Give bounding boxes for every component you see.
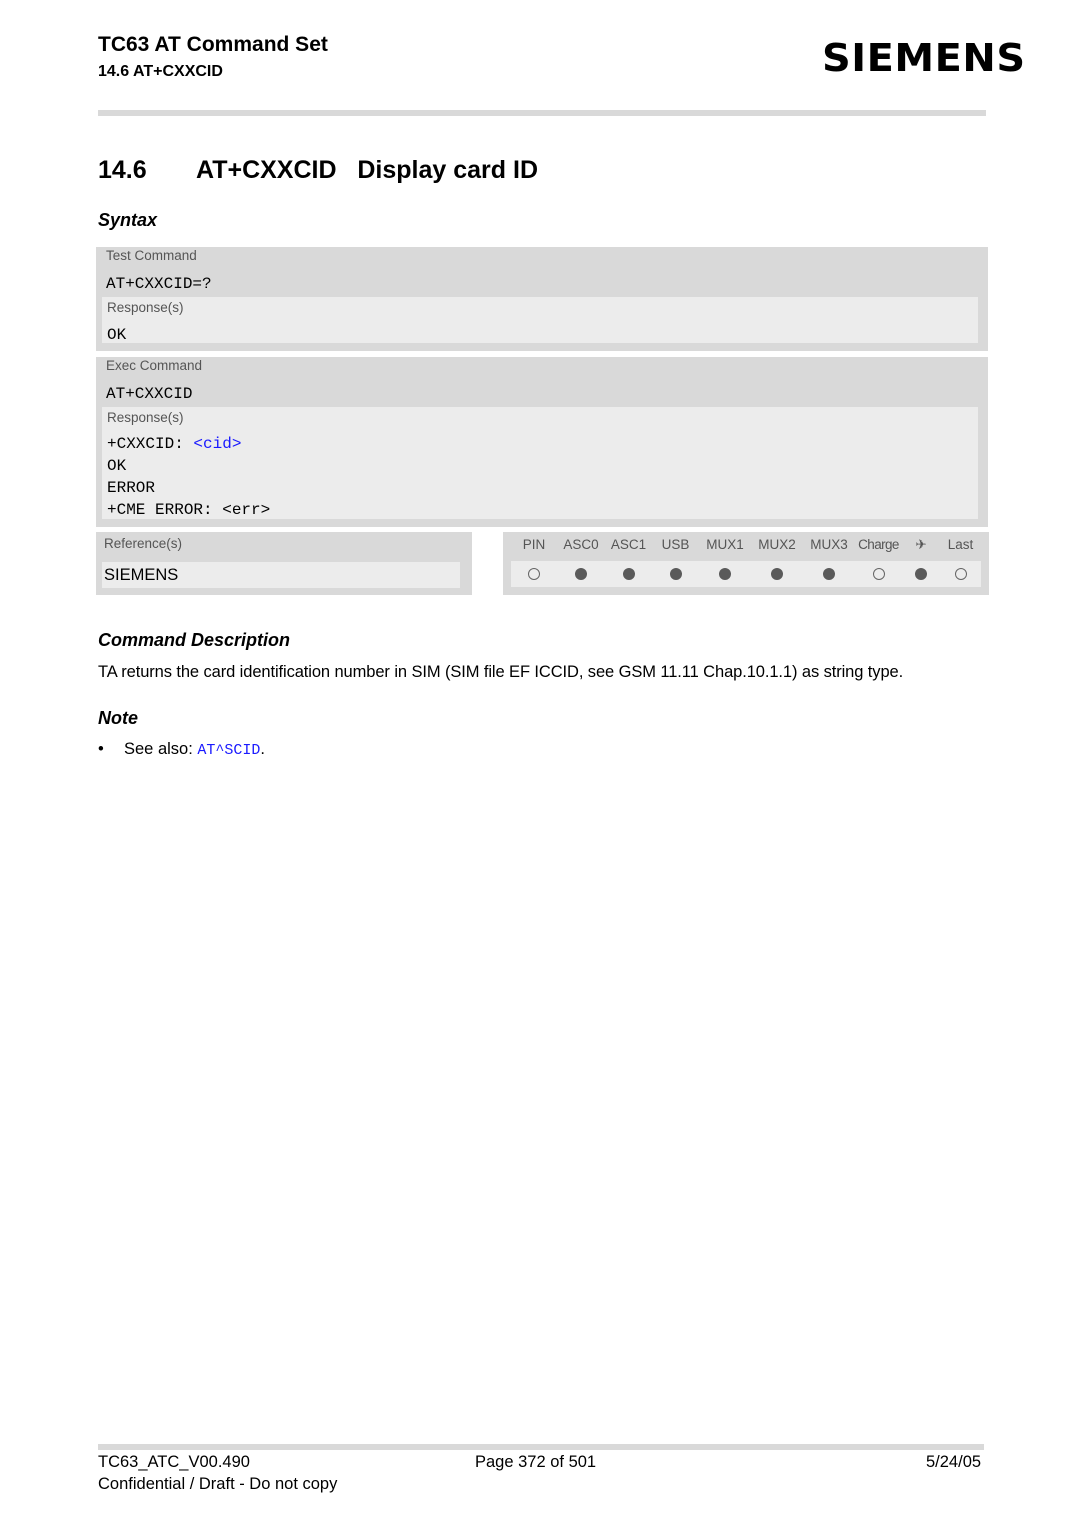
column-header-asc1: ASC1: [610, 537, 647, 552]
availability-cell-usb: [652, 561, 699, 587]
airplane-icon: ✈: [915, 537, 927, 552]
column-header-mux1: MUX1: [706, 537, 744, 552]
footer-doc-id: TC63_ATC_V00.490: [98, 1453, 250, 1471]
test-responses: Response(s) OK: [102, 297, 978, 344]
filled-circle-icon: [823, 568, 835, 580]
footer-page-number: Page 372 of 501: [475, 1453, 597, 1471]
interface-value-row: [511, 561, 981, 587]
column-header-asc0: ASC0: [563, 537, 599, 552]
footer-divider: [98, 1444, 984, 1450]
exec-command-box: Exec Command AT+CXXCID Response(s) +CXXC…: [96, 357, 988, 527]
filled-circle-icon: [719, 568, 731, 580]
siemens-logo: SIEMENS: [822, 36, 1026, 80]
response-prefix: +CXXCID:: [107, 435, 194, 453]
header-divider: [98, 110, 986, 116]
exec-command-label: Exec Command: [106, 358, 203, 373]
availability-cell-charge: [855, 561, 902, 587]
test-response-ok: OK: [107, 326, 127, 344]
note-suffix: .: [260, 740, 265, 758]
filled-circle-icon: [575, 568, 587, 580]
column-header-mux2: MUX2: [758, 537, 796, 552]
filled-circle-icon: [622, 568, 635, 580]
column-header-mux3: MUX3: [810, 537, 848, 552]
command-description-text: TA returns the card identification numbe…: [98, 663, 904, 681]
document-title: TC63 AT Command Set: [98, 33, 328, 56]
references-label: Reference(s): [104, 536, 183, 551]
interface-header-row: PIN ASC0 ASC1 USB MUX1 MUX2 MUX3 Charge ✈ Last: [511, 534, 981, 556]
availability-cell-airplane: [902, 561, 940, 587]
column-header-charge: Charge: [858, 537, 899, 552]
note-heading: Note: [98, 708, 138, 728]
availability-cell-asc0: [557, 561, 605, 587]
empty-circle-icon: [872, 568, 885, 580]
test-command-label: Test Command: [106, 248, 197, 263]
cid-parameter-link[interactable]: <cid>: [193, 435, 241, 453]
footer-confidential: Confidential / Draft - Do not copy: [98, 1475, 338, 1493]
interface-availability-table: PIN ASC0 ASC1 USB MUX1 MUX2 MUX3 Charge ✈ Last: [503, 532, 989, 595]
section-subtitle: 14.6 AT+CXXCID: [98, 63, 223, 80]
exec-response-cme-error: +CME ERROR: <err>: [107, 501, 271, 519]
exec-response-cxxcid: +CXXCID: <cid>: [107, 433, 270, 455]
bullet: •: [98, 740, 104, 758]
test-command-text: AT+CXXCID=?: [106, 275, 212, 293]
exec-response-ok: OK: [107, 457, 127, 475]
column-header-last: Last: [947, 537, 974, 552]
filled-circle-icon: [771, 568, 783, 580]
syntax-heading: Syntax: [98, 210, 158, 230]
at-scid-link[interactable]: AT^SCID: [197, 742, 260, 759]
note-prefix: See also:: [124, 740, 198, 758]
empty-circle-icon: [528, 568, 540, 580]
filled-circle-icon: [915, 568, 927, 580]
availability-cell-mux3: [803, 561, 855, 587]
heading-number: 14.6: [98, 156, 147, 184]
references-value: SIEMENS: [102, 562, 460, 588]
exec-response-error: ERROR: [107, 479, 156, 497]
note-list-item: • See also: AT^SCID.: [98, 740, 265, 759]
footer-date: 5/24/05: [926, 1453, 982, 1471]
availability-cell-mux1: [699, 561, 751, 587]
filled-circle-icon: [669, 568, 682, 580]
test-responses-label: Response(s): [107, 300, 184, 315]
column-header-pin: PIN: [522, 537, 546, 552]
references-box: Reference(s) SIEMENS: [96, 532, 472, 595]
heading-title: AT+CXXCID Display card ID: [196, 156, 538, 184]
availability-cell-pin: [511, 561, 557, 587]
test-command-box: Test Command AT+CXXCID=? Response(s) OK: [96, 247, 988, 351]
column-header-usb: USB: [661, 537, 690, 552]
availability-cell-asc1: [605, 561, 652, 587]
availability-cell-last: [940, 561, 981, 587]
availability-cell-mux2: [751, 561, 803, 587]
empty-circle-icon: [954, 568, 967, 580]
exec-responses-label: Response(s): [107, 410, 184, 425]
exec-responses: Response(s) +CXXCID: <cid> OK ERROR +CME…: [102, 407, 978, 519]
exec-command-text: AT+CXXCID: [106, 385, 193, 403]
command-description-heading: Command Description: [98, 630, 291, 650]
